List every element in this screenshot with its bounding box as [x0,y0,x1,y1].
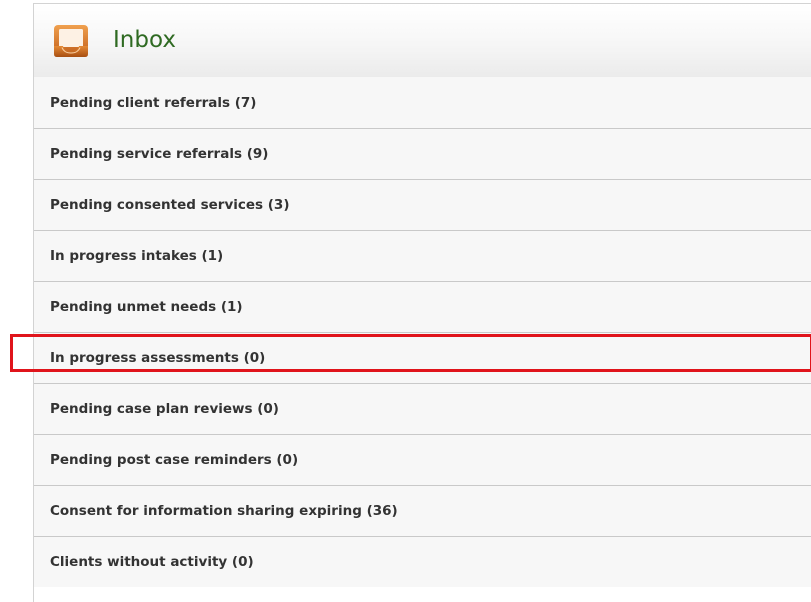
inbox-item[interactable]: Pending unmet needs (1) [34,281,811,332]
inbox-item[interactable]: Pending consented services (3) [34,179,811,230]
inbox-item-label: Consent for information sharing expiring… [50,503,398,519]
inbox-item-label: Pending consented services (3) [50,197,290,213]
inbox-item[interactable]: Pending service referrals (9) [34,128,811,179]
page-title: Inbox [113,27,176,53]
inbox-item-label: Pending client referrals (7) [50,94,257,111]
inbox-item-label: Pending case plan reviews (0) [50,401,279,417]
inbox-item-label: Pending post case reminders (0) [50,452,299,468]
inbox-header: Inbox [34,4,811,77]
inbox-item[interactable]: In progress assessments (0) [34,332,811,383]
inbox-item[interactable]: Consent for information sharing expiring… [34,485,811,536]
inbox-panel: Inbox Pending client referrals (7) Pendin… [33,3,811,602]
inbox-item-label: Pending service referrals (9) [50,146,269,162]
inbox-item-label: In progress assessments (0) [50,350,266,366]
inbox-tray-icon [54,24,88,57]
inbox-item-label: Clients without activity (0) [50,554,254,570]
inbox-item-label: In progress intakes (1) [50,248,224,264]
inbox-item[interactable]: Pending client referrals (7) [34,77,811,128]
inbox-list: Pending client referrals (7) Pending serv… [34,77,811,587]
inbox-item[interactable]: Pending case plan reviews (0) [34,383,811,434]
inbox-item[interactable]: Clients without activity (0) [34,536,811,587]
inbox-item[interactable]: In progress intakes (1) [34,230,811,281]
inbox-item[interactable]: Pending post case reminders (0) [34,434,811,485]
inbox-item-label: Pending unmet needs (1) [50,299,243,315]
